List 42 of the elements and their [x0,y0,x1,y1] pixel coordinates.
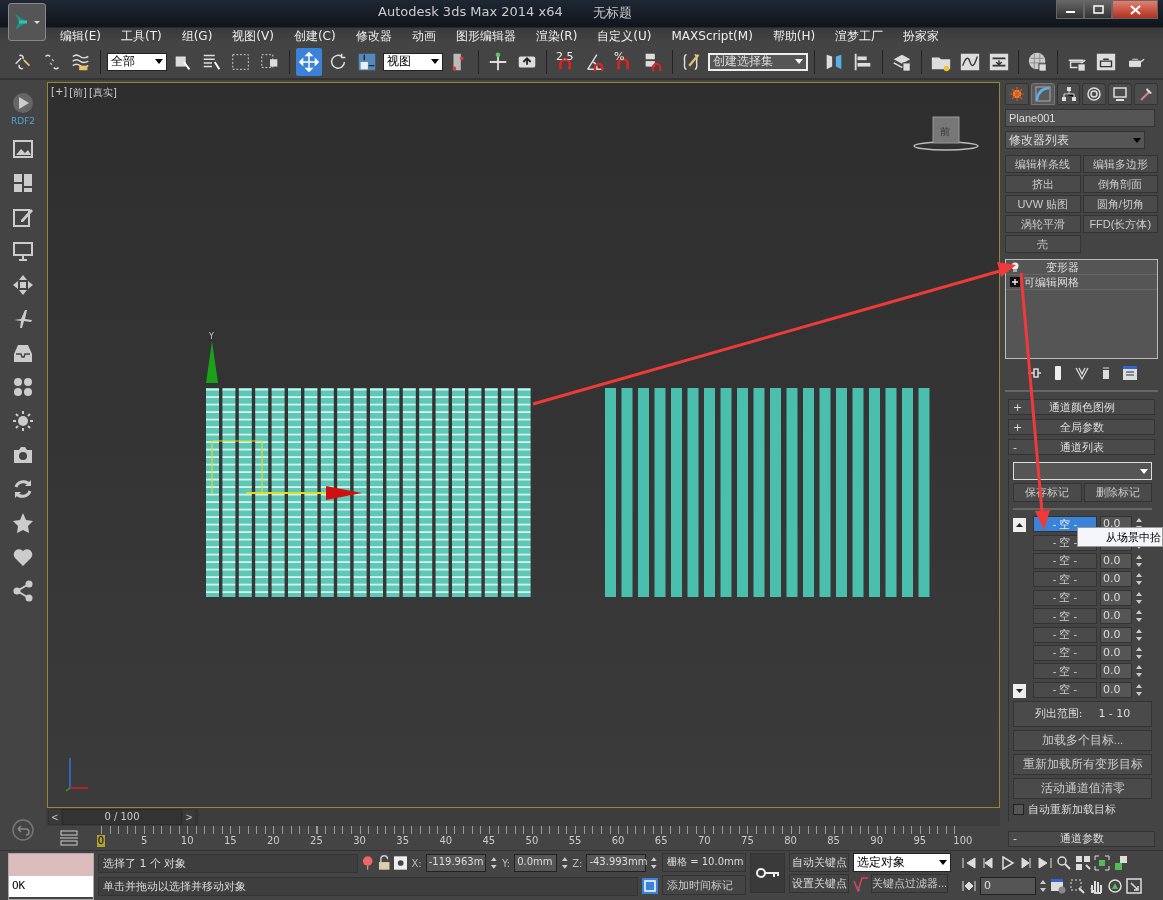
rollout-title: 通道列表 [1058,439,1105,455]
frame-tick-label: 100 [952,835,973,847]
frame-tick-label: 30 [352,835,367,847]
rollout-title: 通道参数 [1058,831,1105,847]
rollout-title: 全局参数 [1058,419,1105,435]
frame-tick-label: 95 [912,835,928,847]
frame-tick-label: 70 [696,835,712,847]
frame-tick-label: 50 [524,835,540,847]
frame-tick-label: 5 [139,835,149,847]
checkbox-label: 自动重新加载目标 [1028,802,1116,818]
percent-label: % [614,49,625,63]
axis-label: Z: [572,857,583,869]
frame-tick-label: 10 [179,835,195,847]
snap-label: 2.5 [556,49,574,63]
range-label: 列出范围: [1034,706,1083,722]
frame-tick-label: 60 [610,835,626,847]
frame-tick-label: 85 [826,835,841,847]
axis-label: X: [411,857,422,869]
logo-label: RDF2 [10,116,36,126]
axis-label: Y: [502,857,511,869]
range-value: 1 - 10 [1098,707,1131,721]
frame-tick-label: 65 [653,835,669,847]
frame-tick-label: 25 [309,835,324,847]
frame-tick-label: 55 [567,835,583,847]
document-name: 无标题 [592,4,632,22]
frame-tick-label: 0 [97,835,105,847]
frame-tick-label: 35 [395,835,410,847]
frame-tick-label: 20 [266,835,281,847]
frame-tick-label: 90 [869,835,885,847]
window-title: Autodesk 3ds Max 2014 x64 [378,4,563,19]
frame-tick-label: 75 [740,835,755,847]
tooltip: 从场景中拾 [1077,527,1163,547]
frame-tick-label: 40 [438,835,454,847]
rollout-title: 通道颜色图例 [1047,399,1116,415]
gizmo-axis-label: Y [209,332,214,341]
grid-spacing: 栅格 = 10.0mm [662,853,746,872]
frame-counter: 0 / 100 [62,809,182,825]
frame-tick-label: 15 [222,835,238,847]
frame-tick-label: 45 [481,835,497,847]
frame-tick-label: 80 [783,835,798,847]
script-output: OK [9,876,93,897]
selection-status: 选择了 1 个 对象 [98,853,359,873]
